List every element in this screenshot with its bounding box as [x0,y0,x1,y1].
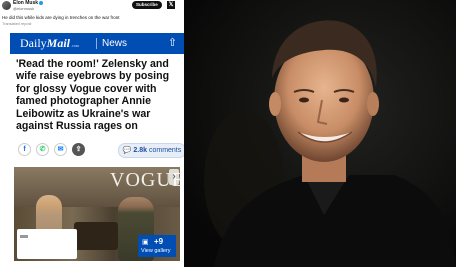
avatar[interactable] [2,1,11,10]
article-headline[interactable]: 'Read the room!' Zelensky and wife raise… [16,58,182,132]
comment-icon: 💬 [122,147,132,154]
messenger-share-button[interactable]: ✉ [54,143,67,156]
whatsapp-share-button[interactable]: ✆ [36,143,49,156]
portrait-photo [184,0,456,267]
tweet-meta: Translated repost [2,22,32,26]
embedded-card [17,229,77,259]
x-logo-icon: 𝕏 [167,1,175,9]
section-label[interactable]: News [96,38,127,49]
comments-button[interactable]: 💬 2.8k comments [118,143,184,158]
article: 'Read the room!' Zelensky and wife raise… [10,54,184,267]
site-logo[interactable]: DailyMail.com [20,36,79,51]
site-header: DailyMail.com News ⇧ [10,33,184,54]
gallery-label: View gallery [141,248,171,254]
article-photo[interactable]: VOGUE › ▣ +9 View gallery [14,167,180,261]
embedded-card-avatar [20,235,28,238]
chevron-right-icon[interactable]: › [169,169,179,185]
tweet-header: Elon Musk @elonmusk Subscribe 𝕏 He did t… [0,0,184,30]
left-panel: Elon Musk @elonmusk Subscribe 𝕏 He did t… [0,0,184,267]
verified-badge-icon [39,0,44,5]
share-row: f ✆ ✉ ⇪ 💬 2.8k comments [18,142,184,158]
comments-label: comments [148,147,182,154]
tweet-text: He did this while kids are dying in tren… [2,15,120,20]
facebook-share-button[interactable]: f [18,143,31,156]
portrait-image [184,0,456,267]
view-gallery-button[interactable]: ▣ +9 View gallery [138,235,176,257]
subscribe-button[interactable]: Subscribe [132,1,162,9]
camera-icon: ▣ [142,239,149,246]
share-icon[interactable]: ⇧ [167,37,178,49]
tweet-handle: @elonmusk [13,6,35,11]
gallery-count: +9 [154,237,164,246]
comments-count: 2.8k [133,147,148,154]
photo-sofa [74,222,118,250]
more-share-button[interactable]: ⇪ [72,143,85,156]
